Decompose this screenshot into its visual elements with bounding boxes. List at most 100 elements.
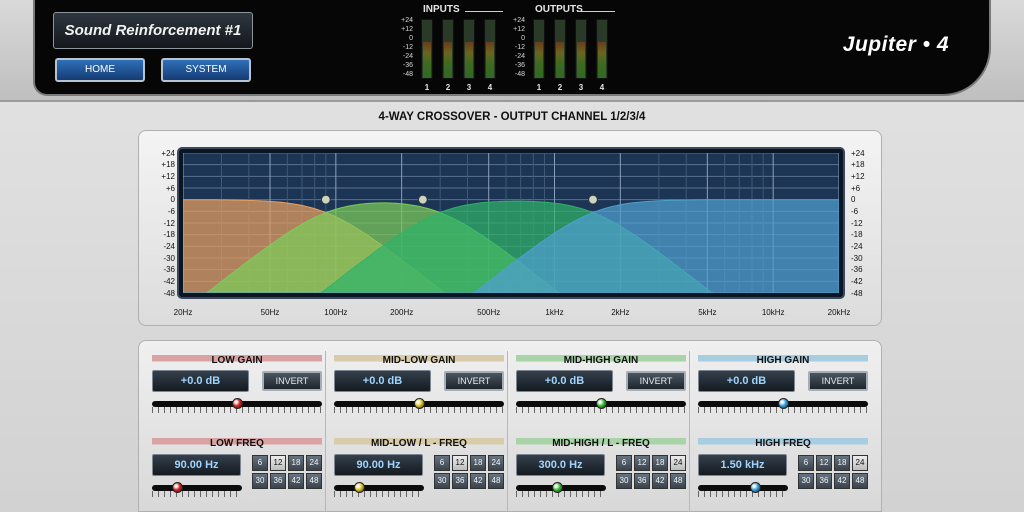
frequency-slider-knob[interactable] <box>552 482 563 493</box>
slope-option-6[interactable]: 6 <box>252 455 268 471</box>
slope-option-18[interactable]: 18 <box>470 455 486 471</box>
gain-slider-knob[interactable] <box>778 398 789 409</box>
meter-scale-label: -48 <box>402 71 413 78</box>
frequency-axis-label: 200Hz <box>390 308 414 317</box>
meter-channel-number: 3 <box>578 83 584 92</box>
frequency-slider-knob[interactable] <box>750 482 761 493</box>
frequency-value-display[interactable]: 1.50 kHz <box>698 454 787 476</box>
meter-scale-label: -24 <box>514 53 525 60</box>
slope-option-42[interactable]: 42 <box>288 473 304 489</box>
gain-slider-knob[interactable] <box>414 398 425 409</box>
gain-value-display[interactable]: +0.0 dB <box>516 370 613 392</box>
preset-name-display[interactable]: Sound Reinforcement #1 <box>53 12 253 49</box>
slope-option-24[interactable]: 24 <box>488 455 504 471</box>
frequency-value-display[interactable]: 90.00 Hz <box>152 454 241 476</box>
meter-scale-label: -48 <box>514 71 525 78</box>
slope-option-24[interactable]: 24 <box>670 455 686 471</box>
slope-option-30[interactable]: 30 <box>252 473 268 489</box>
db-axis-label-left: +12 <box>161 171 175 181</box>
band-column-3: MID-HIGH GAIN +0.0 dB INVERT MID-HIGH / L -… <box>503 341 686 512</box>
column-divider <box>507 351 508 511</box>
crossover-frequency-handle[interactable] <box>587 194 599 205</box>
db-axis-label-right: +18 <box>851 160 865 170</box>
frequency-axis-label: 500Hz <box>477 308 501 317</box>
slope-option-18[interactable]: 18 <box>288 455 304 471</box>
frequency-value-display[interactable]: 90.00 Hz <box>334 454 423 476</box>
crossover-frequency-handle[interactable] <box>417 194 428 205</box>
db-axis-label-left: -42 <box>163 276 175 286</box>
db-axis-label-left: -6 <box>167 206 175 216</box>
frequency-axis-label: 10kHz <box>761 308 785 317</box>
gain-slider-knob[interactable] <box>232 398 243 409</box>
db-axis-label-left: -12 <box>163 218 175 228</box>
page-title: 4-WAY CROSSOVER - OUTPUT CHANNEL 1/2/3/4 <box>378 111 646 123</box>
gain-label: LOW GAIN <box>152 355 322 366</box>
slope-option-12[interactable]: 12 <box>452 455 468 471</box>
frequency-label: MID-LOW / L - FREQ <box>334 438 504 449</box>
invert-button[interactable]: INVERT <box>626 371 686 391</box>
crossover-graph[interactable] <box>177 147 845 299</box>
slope-option-30[interactable]: 30 <box>616 473 632 489</box>
slope-option-6[interactable]: 6 <box>798 455 814 471</box>
slope-option-18[interactable]: 18 <box>652 455 668 471</box>
slope-option-6[interactable]: 6 <box>616 455 632 471</box>
gain-value-display[interactable]: +0.0 dB <box>698 370 795 392</box>
header-bar: Sound Reinforcement #1 HOME SYSTEM INPUT… <box>0 0 1024 102</box>
db-axis-label-right: -48 <box>851 288 863 298</box>
slope-option-36[interactable]: 36 <box>270 473 286 489</box>
db-axis-label-right: -30 <box>851 253 863 263</box>
meter-level-fill <box>577 42 585 78</box>
invert-button[interactable]: INVERT <box>444 371 504 391</box>
system-button[interactable]: SYSTEM <box>161 58 251 82</box>
frequency-axis-label: 20Hz <box>173 308 193 317</box>
slope-option-36[interactable]: 36 <box>634 473 650 489</box>
slope-option-30[interactable]: 30 <box>434 473 450 489</box>
band-column-4: HIGH GAIN +0.0 dB INVERT HIGH FREQ 1.50 kHz 6… <box>685 341 868 512</box>
slope-option-48[interactable]: 48 <box>852 473 868 489</box>
invert-button[interactable]: INVERT <box>262 371 322 391</box>
gain-value-display[interactable]: +0.0 dB <box>334 370 431 392</box>
slope-option-42[interactable]: 42 <box>470 473 486 489</box>
crossover-frequency-handle[interactable] <box>320 194 331 205</box>
db-axis-label-left: -48 <box>163 288 175 298</box>
gain-slider-knob[interactable] <box>596 398 607 409</box>
invert-button[interactable]: INVERT <box>808 371 868 391</box>
outputs-title: OUTPUTS <box>535 4 583 15</box>
meter-scale-label: -36 <box>402 62 413 69</box>
crossover-graph-panel: +24 +24 +18 +18 +12 +12 +6 +6 0 0 -6 -6 -12 -12 -18 -18… <box>138 130 882 326</box>
slope-option-36[interactable]: 36 <box>816 473 832 489</box>
meter-scale-label: -24 <box>402 53 413 60</box>
slope-option-12[interactable]: 12 <box>270 455 286 471</box>
db-axis-label-right: -18 <box>851 230 863 240</box>
frequency-slider-knob[interactable] <box>172 482 183 493</box>
meter-level-fill <box>486 42 494 78</box>
frequency-value-display[interactable]: 300.0 Hz <box>516 454 605 476</box>
db-axis-label-left: 0 <box>170 195 175 205</box>
slope-option-42[interactable]: 42 <box>834 473 850 489</box>
home-button[interactable]: HOME <box>55 58 145 82</box>
slope-option-24[interactable]: 24 <box>852 455 868 471</box>
crossover-response-plot[interactable] <box>183 153 839 293</box>
outputs-title-rule <box>577 11 615 12</box>
slope-option-42[interactable]: 42 <box>652 473 668 489</box>
meter-level-fill <box>423 42 431 78</box>
slope-option-6[interactable]: 6 <box>434 455 450 471</box>
slope-option-30[interactable]: 30 <box>798 473 814 489</box>
slope-option-48[interactable]: 48 <box>488 473 504 489</box>
gain-label: HIGH GAIN <box>698 355 868 366</box>
slope-option-12[interactable]: 12 <box>634 455 650 471</box>
slope-option-12[interactable]: 12 <box>816 455 832 471</box>
slope-option-36[interactable]: 36 <box>452 473 468 489</box>
gain-value-display[interactable]: +0.0 dB <box>152 370 249 392</box>
db-axis-label-right: -42 <box>851 276 863 286</box>
slope-option-18[interactable]: 18 <box>834 455 850 471</box>
frequency-axis-label: 20kHz <box>827 308 851 317</box>
db-axis-label-right: 0 <box>851 195 856 205</box>
slope-option-48[interactable]: 48 <box>306 473 322 489</box>
output-meter-1 <box>533 19 545 79</box>
slope-option-48[interactable]: 48 <box>670 473 686 489</box>
frequency-slider-knob[interactable] <box>354 482 365 493</box>
meter-channel-number: 1 <box>536 83 542 92</box>
slope-option-24[interactable]: 24 <box>306 455 322 471</box>
input-meter-scale: +24 +12 0 -12 -24 -36 -48 <box>395 16 413 79</box>
